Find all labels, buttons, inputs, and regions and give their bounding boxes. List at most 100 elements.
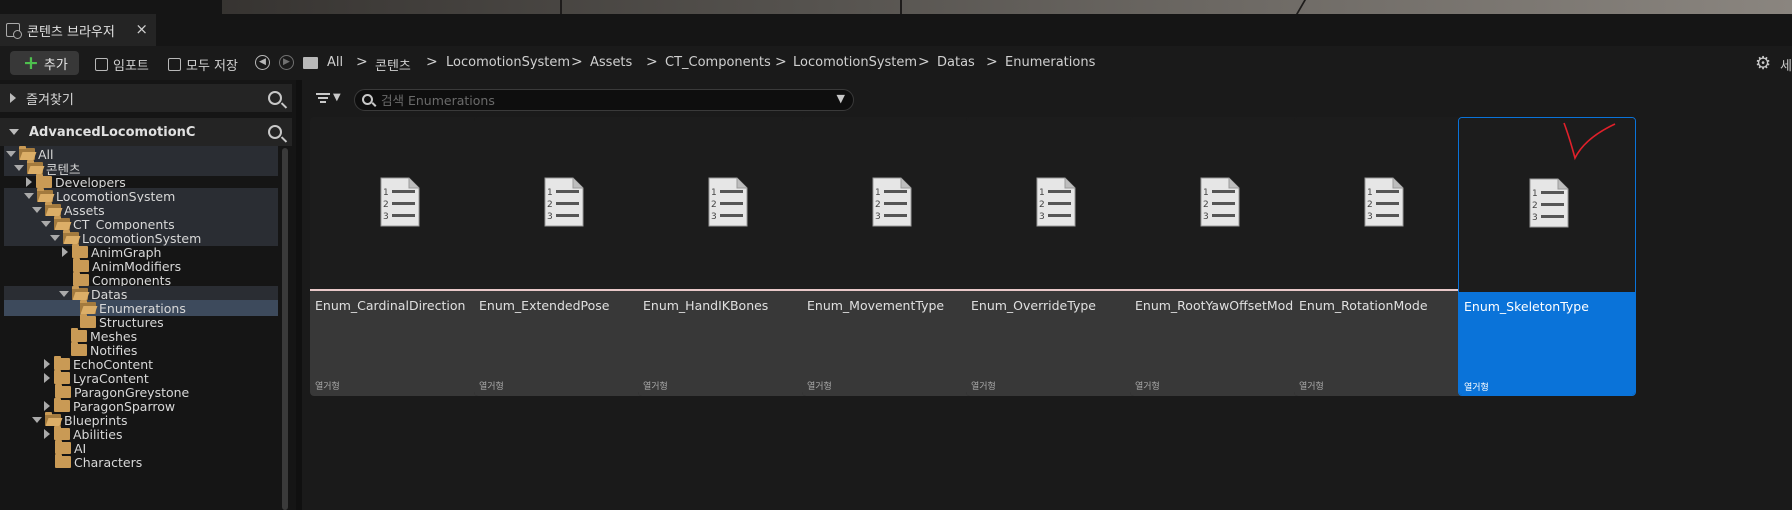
save-all-label: 모두 저장 — [186, 59, 238, 74]
folder-icon — [54, 398, 70, 412]
settings-label[interactable]: 세 — [1780, 55, 1792, 74]
asset-tiles: 1 2 3 Enum_CardinalDirection 열거형 1 2 3 Enum_E… — [310, 117, 1792, 477]
asset-tile[interactable]: 1 2 3 Enum_OverrideType 열거형 — [966, 117, 1144, 396]
tree-item[interactable]: Characters — [4, 454, 278, 470]
breadcrumb-separator[interactable]: > — [775, 54, 787, 70]
svg-text:1: 1 — [383, 188, 389, 198]
breadcrumb-separator[interactable]: > — [646, 54, 658, 70]
folder-icon — [55, 384, 71, 398]
folder-icon — [71, 342, 87, 356]
folder-icon[interactable] — [303, 57, 318, 69]
breadcrumb-item[interactable]: CT_Components — [665, 55, 771, 70]
breadcrumb-separator[interactable]: > — [356, 54, 368, 70]
enum-document-icon: 1 2 3 — [1036, 177, 1076, 227]
asset-thumbnail: 1 2 3 — [966, 117, 1144, 289]
folder-open-icon — [37, 188, 53, 202]
svg-text:1: 1 — [547, 188, 553, 198]
svg-text:1: 1 — [711, 188, 717, 198]
asset-view: ▼ ▼ 1 2 3 Enum_CardinalDirection 열거형 1 2 3 En… — [302, 80, 1792, 510]
add-button[interactable]: + 추가 — [10, 51, 79, 75]
asset-tile-selected[interactable]: 1 2 3 Enum_SkeletonType 열거형 — [1458, 117, 1636, 396]
project-header[interactable]: AdvancedLocomotionC — [0, 118, 292, 146]
asset-tile[interactable]: 1 2 3 Enum_RootYawOffsetMode 열거형 — [1130, 117, 1308, 396]
search-icon[interactable] — [268, 125, 282, 139]
chevron-right-icon — [44, 401, 50, 411]
toolbar: + 추가 임포트 모두 저장 ◀ ▶ All > 콘텐츠 > Locomotio… — [0, 46, 1792, 80]
close-icon[interactable]: × — [135, 20, 148, 38]
svg-text:2: 2 — [711, 200, 717, 210]
asset-name: Enum_CardinalDirection — [315, 298, 466, 313]
search-icon[interactable] — [268, 91, 282, 105]
asset-name: Enum_MovementType — [807, 298, 945, 313]
asset-thumbnail: 1 2 3 — [474, 117, 652, 289]
asset-thumbnail: 1 2 3 — [1294, 117, 1472, 289]
breadcrumb-separator[interactable]: > — [918, 54, 930, 70]
filter-icon[interactable] — [316, 93, 330, 103]
chevron-down-icon[interactable]: ▼ — [333, 92, 341, 103]
svg-text:2: 2 — [383, 200, 389, 210]
chevron-right-icon — [62, 247, 68, 257]
breadcrumb-separator[interactable]: > — [426, 54, 438, 70]
asset-name: Enum_SkeletonType — [1464, 299, 1589, 314]
back-icon[interactable]: ◀ — [255, 55, 270, 70]
folder-icon — [71, 328, 87, 342]
save-all-button[interactable]: 모두 저장 — [168, 55, 238, 74]
folder-open-icon — [45, 412, 61, 426]
asset-search[interactable]: ▼ — [354, 89, 854, 111]
asset-name: Enum_ExtendedPose — [479, 298, 610, 313]
enum-document-icon: 1 2 3 — [1529, 178, 1569, 228]
breadcrumb-item[interactable]: Enumerations — [1005, 55, 1095, 70]
breadcrumb-item[interactable]: Assets — [590, 55, 632, 70]
search-icon — [362, 94, 373, 105]
asset-tile[interactable]: 1 2 3 Enum_RotationMode 열거형 — [1294, 117, 1472, 396]
enum-document-icon: 1 2 3 — [708, 177, 748, 227]
favorites-label: 즐겨찾기 — [26, 92, 74, 108]
asset-tile[interactable]: 1 2 3 Enum_HandIKBones 열거형 — [638, 117, 816, 396]
svg-text:3: 3 — [1203, 212, 1209, 222]
svg-text:2: 2 — [1039, 200, 1045, 210]
asset-tile[interactable]: 1 2 3 Enum_MovementType 열거형 — [802, 117, 980, 396]
breadcrumb-separator[interactable]: > — [571, 54, 583, 70]
folder-icon — [36, 174, 52, 188]
chevron-down-icon — [14, 165, 24, 171]
chevron-down-icon — [24, 193, 34, 199]
import-button[interactable]: 임포트 — [95, 55, 149, 74]
asset-type: 열거형 — [315, 382, 340, 392]
breadcrumb-item[interactable]: All — [327, 55, 343, 70]
chevron-down-icon[interactable]: ▼ — [837, 92, 845, 105]
tree-scrollbar[interactable] — [282, 148, 288, 510]
asset-tile[interactable]: 1 2 3 Enum_ExtendedPose 열거형 — [474, 117, 652, 396]
asset-thumbnail: 1 2 3 — [310, 117, 488, 289]
asset-type: 열거형 — [1464, 383, 1489, 393]
breadcrumb-item[interactable]: Datas — [937, 55, 975, 70]
breadcrumb-separator[interactable]: > — [986, 54, 998, 70]
svg-text:3: 3 — [1532, 213, 1538, 223]
asset-tile[interactable]: 1 2 3 Enum_CardinalDirection 열거형 — [310, 117, 488, 396]
breadcrumb-item[interactable]: LocomotionSystem — [793, 55, 917, 70]
asset-thumbnail: 1 2 3 — [1459, 118, 1635, 290]
import-icon — [95, 58, 108, 71]
sources-panel: 즐겨찾기 AdvancedLocomotionC All 콘텐츠 Develop… — [0, 80, 296, 510]
folder-open-icon — [19, 146, 35, 160]
search-input[interactable] — [381, 92, 821, 108]
folder-open-icon — [63, 230, 79, 244]
asset-name: Enum_OverrideType — [971, 298, 1096, 313]
breadcrumb-item[interactable]: LocomotionSystem — [446, 55, 570, 70]
svg-text:2: 2 — [547, 200, 553, 210]
folder-icon — [54, 356, 70, 370]
enum-document-icon: 1 2 3 — [1200, 177, 1240, 227]
favorites-header[interactable]: 즐겨찾기 — [0, 84, 292, 112]
forward-icon[interactable]: ▶ — [279, 55, 294, 70]
gear-icon[interactable]: ⚙ — [1755, 53, 1771, 74]
tab-content-browser[interactable]: 콘텐츠 브라우저 × — [0, 14, 156, 46]
svg-text:3: 3 — [383, 212, 389, 222]
chevron-down-icon — [41, 221, 51, 227]
svg-text:2: 2 — [1532, 201, 1538, 211]
folder-icon — [54, 370, 70, 384]
breadcrumb-item[interactable]: 콘텐츠 — [375, 55, 411, 74]
folder-icon — [73, 258, 89, 272]
asset-type: 열거형 — [807, 382, 832, 392]
folder-icon — [55, 454, 71, 468]
svg-text:3: 3 — [711, 212, 717, 222]
svg-text:3: 3 — [547, 212, 553, 222]
